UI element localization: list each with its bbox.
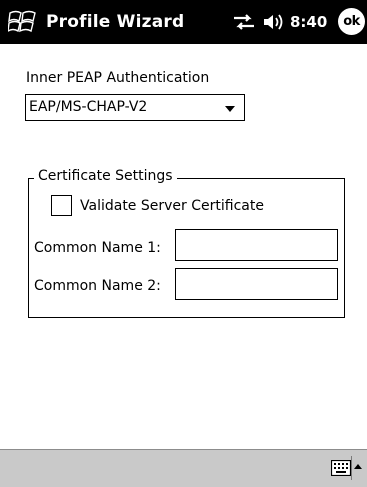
- certificate-settings-title: Certificate Settings: [34, 168, 177, 184]
- peap-auth-selected: EAP/MS-CHAP-V2: [29, 99, 148, 115]
- chevron-up-icon[interactable]: [354, 464, 362, 469]
- common-name-2-label: Common Name 2:: [34, 278, 161, 294]
- windows-flag-icon[interactable]: [8, 9, 38, 35]
- common-name-1-label: Common Name 1:: [34, 240, 161, 256]
- chevron-down-icon[interactable]: [225, 106, 235, 112]
- title-bar: Profile Wizard 8:40 ok: [0, 0, 367, 44]
- ok-button[interactable]: ok: [338, 8, 365, 35]
- validate-server-certificate-checkbox[interactable]: [51, 195, 72, 216]
- common-name-1-field[interactable]: [175, 229, 338, 261]
- validate-server-certificate-label[interactable]: Validate Server Certificate: [80, 198, 264, 214]
- clock[interactable]: 8:40: [290, 13, 327, 31]
- common-name-2-field[interactable]: [175, 268, 338, 300]
- keyboard-icon[interactable]: [330, 459, 352, 477]
- app-title: Profile Wizard: [46, 12, 185, 32]
- menu-bar: [0, 449, 367, 487]
- peap-auth-label: Inner PEAP Authentication: [26, 70, 210, 86]
- sip-divider: [351, 456, 352, 480]
- connectivity-icon[interactable]: [231, 13, 257, 31]
- peap-auth-dropdown[interactable]: EAP/MS-CHAP-V2: [25, 94, 245, 121]
- volume-icon[interactable]: [262, 12, 286, 32]
